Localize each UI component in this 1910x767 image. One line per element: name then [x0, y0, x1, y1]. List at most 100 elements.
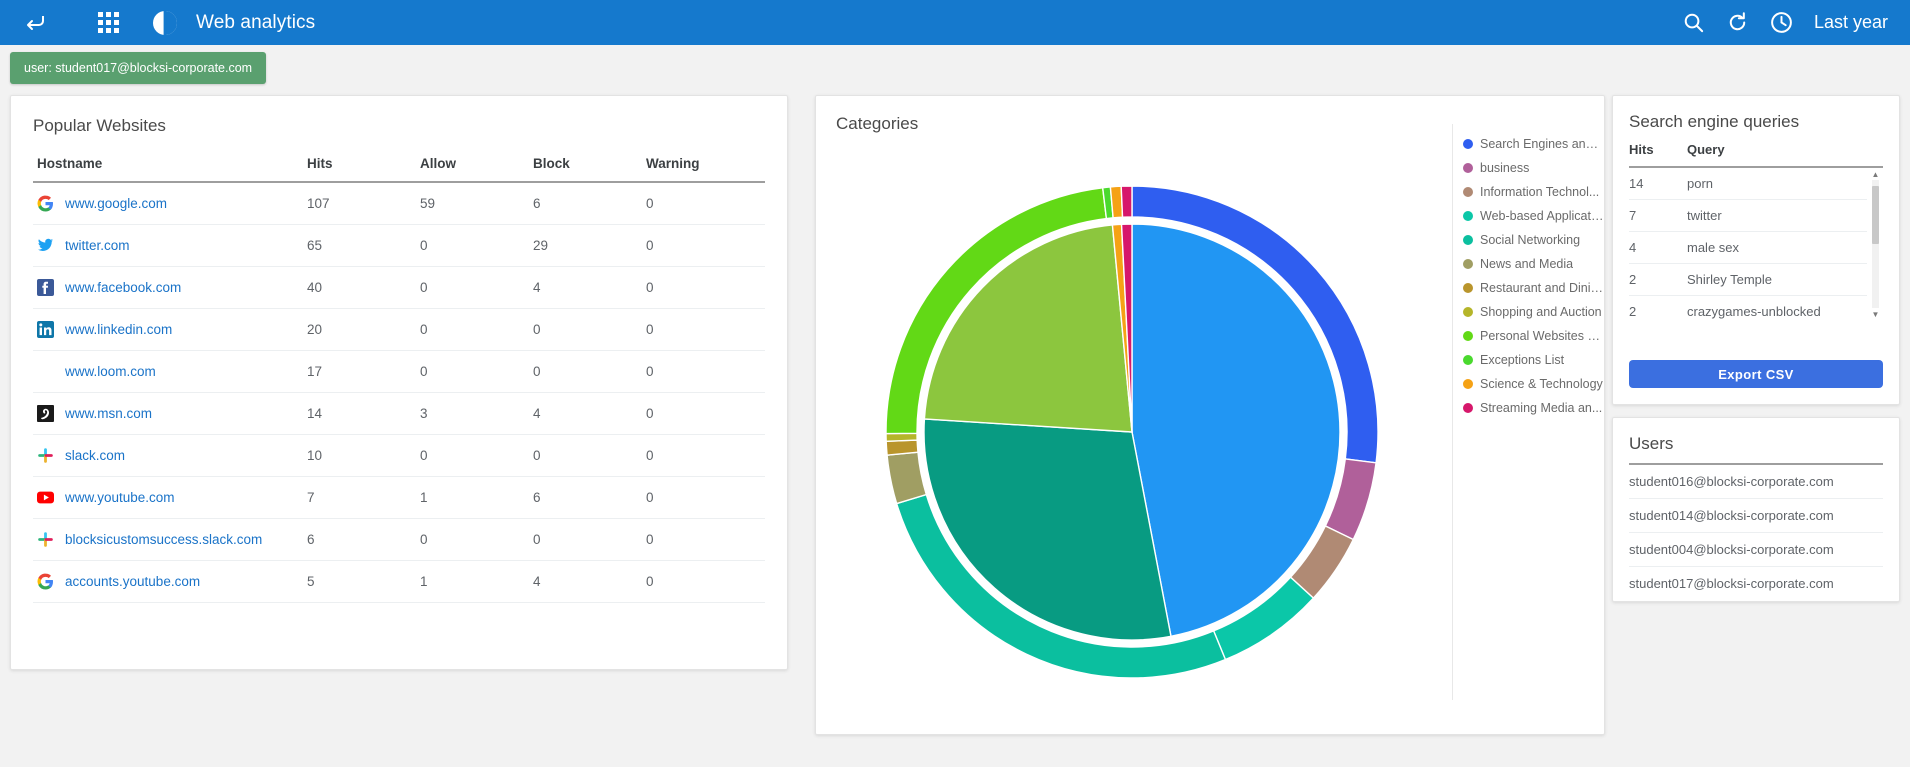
hostname-link[interactable]: www.linkedin.com: [65, 322, 172, 337]
hostname-link[interactable]: twitter.com: [65, 238, 130, 253]
cell-hostname[interactable]: www.linkedin.com: [33, 308, 303, 351]
legend-item[interactable]: News and Media: [1463, 252, 1604, 276]
column-header-block[interactable]: Block: [529, 150, 642, 183]
table-row[interactable]: www.linkedin.com 20 0 0 0: [33, 308, 765, 351]
cell-hostname[interactable]: www.loom.com: [33, 350, 303, 393]
cell-hostname[interactable]: www.msn.com: [33, 392, 303, 435]
legend-color-swatch-icon: [1463, 331, 1473, 341]
users-title: Users: [1629, 434, 1883, 465]
queries-scrollbar[interactable]: ▲ ▼: [1870, 168, 1881, 320]
cell-hostname[interactable]: blocksicustomsuccess.slack.com: [33, 518, 303, 561]
table-row[interactable]: www.google.com 107 59 6 0: [33, 182, 765, 225]
legend-item[interactable]: business: [1463, 156, 1604, 180]
pie-slice-outer[interactable]: [885, 432, 918, 442]
query-row[interactable]: 2 Shirley Temple: [1629, 264, 1867, 296]
legend-item-label: Restaurant and Dining: [1480, 281, 1604, 295]
table-row[interactable]: www.facebook.com 40 0 4 0: [33, 266, 765, 309]
cell-hostname[interactable]: www.google.com: [33, 182, 303, 225]
scroll-down-icon[interactable]: ▼: [1870, 308, 1881, 320]
search-icon[interactable]: [1672, 1, 1716, 45]
table-row[interactable]: blocksicustomsuccess.slack.com 6 0 0 0: [33, 518, 765, 561]
column-header-hostname[interactable]: Hostname: [33, 150, 303, 183]
legend-item[interactable]: Information Technol...: [1463, 180, 1604, 204]
cell-block: 0: [529, 518, 642, 561]
categories-donut-chart[interactable]: [816, 142, 1456, 722]
hostname-cell-content: twitter.com: [37, 237, 299, 254]
query-row[interactable]: 2 crazygames-unblocked: [1629, 296, 1867, 320]
query-row[interactable]: 7 twitter: [1629, 200, 1867, 232]
clock-icon[interactable]: [1760, 1, 1804, 45]
cell-block: 29: [529, 224, 642, 267]
cell-hostname[interactable]: twitter.com: [33, 224, 303, 267]
cell-block: 4: [529, 266, 642, 309]
hostname-link[interactable]: www.loom.com: [65, 364, 156, 379]
query-row[interactable]: 4 male sex: [1629, 232, 1867, 264]
legend-item-label: Science & Technology: [1480, 377, 1603, 391]
cell-hits: 5: [303, 560, 416, 603]
scroll-up-icon[interactable]: ▲: [1870, 168, 1881, 180]
pie-slice-outer[interactable]: [885, 439, 919, 456]
pie-slice-outer[interactable]: [886, 451, 928, 505]
table-row[interactable]: slack.com 10 0 0 0: [33, 434, 765, 477]
cell-hostname[interactable]: slack.com: [33, 434, 303, 477]
slack-icon: [37, 447, 54, 464]
hostname-cell-content: www.google.com: [37, 195, 299, 212]
scrollbar-thumb[interactable]: [1872, 186, 1879, 244]
table-row[interactable]: www.loom.com 17 0 0 0: [33, 350, 765, 393]
user-list-item[interactable]: student014@blocksi-corporate.com: [1629, 499, 1883, 533]
cell-hostname[interactable]: accounts.youtube.com: [33, 560, 303, 603]
legend-item[interactable]: Personal Websites a...: [1463, 324, 1604, 348]
hostname-link[interactable]: www.google.com: [65, 196, 167, 211]
column-header-query[interactable]: Query: [1687, 142, 1725, 157]
legend-item[interactable]: Streaming Media an...: [1463, 396, 1604, 420]
cell-hostname[interactable]: www.facebook.com: [33, 266, 303, 309]
hostname-link[interactable]: www.msn.com: [65, 406, 152, 421]
legend-item[interactable]: Social Networking: [1463, 228, 1604, 252]
legend-item[interactable]: Search Engines and ...: [1463, 132, 1604, 156]
legend-item[interactable]: Exceptions List: [1463, 348, 1604, 372]
twitter-icon: [37, 237, 54, 254]
table-row[interactable]: accounts.youtube.com 5 1 4 0: [33, 560, 765, 603]
refresh-icon[interactable]: [1716, 1, 1760, 45]
back-arrow-icon[interactable]: [18, 6, 52, 40]
blocksi-pie-logo-icon[interactable]: [152, 10, 178, 36]
pie-slice-inner[interactable]: [923, 224, 1133, 433]
cell-warning: 0: [642, 392, 765, 435]
user-filter-chip[interactable]: user: student017@blocksi-corporate.com: [10, 52, 267, 84]
google-icon: [37, 195, 54, 212]
cell-hostname[interactable]: www.youtube.com: [33, 476, 303, 519]
legend-item[interactable]: Restaurant and Dining: [1463, 276, 1604, 300]
table-row[interactable]: twitter.com 65 0 29 0: [33, 224, 765, 267]
dashboard-stage: Popular Websites Hostname Hits Allow Blo…: [0, 45, 1910, 767]
cell-hits: 65: [303, 224, 416, 267]
hostname-link[interactable]: www.facebook.com: [65, 280, 181, 295]
export-csv-button[interactable]: Export CSV: [1629, 360, 1883, 388]
query-row[interactable]: 14 porn: [1629, 168, 1867, 200]
hostname-link[interactable]: blocksicustomsuccess.slack.com: [65, 532, 262, 547]
legend-item[interactable]: Web-based Applicati...: [1463, 204, 1604, 228]
legend-item[interactable]: Science & Technology: [1463, 372, 1604, 396]
hostname-link[interactable]: www.youtube.com: [65, 490, 175, 505]
cell-query-hits: 7: [1629, 208, 1637, 223]
hostname-link[interactable]: slack.com: [65, 448, 125, 463]
column-header-hits[interactable]: Hits: [303, 150, 416, 183]
legend-item[interactable]: Shopping and Auction: [1463, 300, 1604, 324]
column-header-query-hits[interactable]: Hits: [1629, 142, 1687, 157]
cell-allow: 0: [416, 224, 529, 267]
cell-hits: 7: [303, 476, 416, 519]
time-range-selector[interactable]: Last year: [1814, 12, 1888, 33]
user-list-item[interactable]: student016@blocksi-corporate.com: [1629, 465, 1883, 499]
table-row[interactable]: www.youtube.com 7 1 6 0: [33, 476, 765, 519]
user-list-item[interactable]: student017@blocksi-corporate.com: [1629, 567, 1883, 600]
table-row[interactable]: www.msn.com 14 3 4 0: [33, 392, 765, 435]
legend-color-swatch-icon: [1463, 163, 1473, 173]
hostname-link[interactable]: accounts.youtube.com: [65, 574, 200, 589]
legend-color-swatch-icon: [1463, 307, 1473, 317]
column-header-warning[interactable]: Warning: [642, 150, 765, 183]
apps-grid-icon[interactable]: [86, 3, 130, 43]
cell-query-text: male sex: [1687, 240, 1740, 255]
pie-slice-outer[interactable]: [1120, 185, 1133, 218]
cell-allow: 0: [416, 434, 529, 477]
user-list-item[interactable]: student004@blocksi-corporate.com: [1629, 533, 1883, 567]
column-header-allow[interactable]: Allow: [416, 150, 529, 183]
